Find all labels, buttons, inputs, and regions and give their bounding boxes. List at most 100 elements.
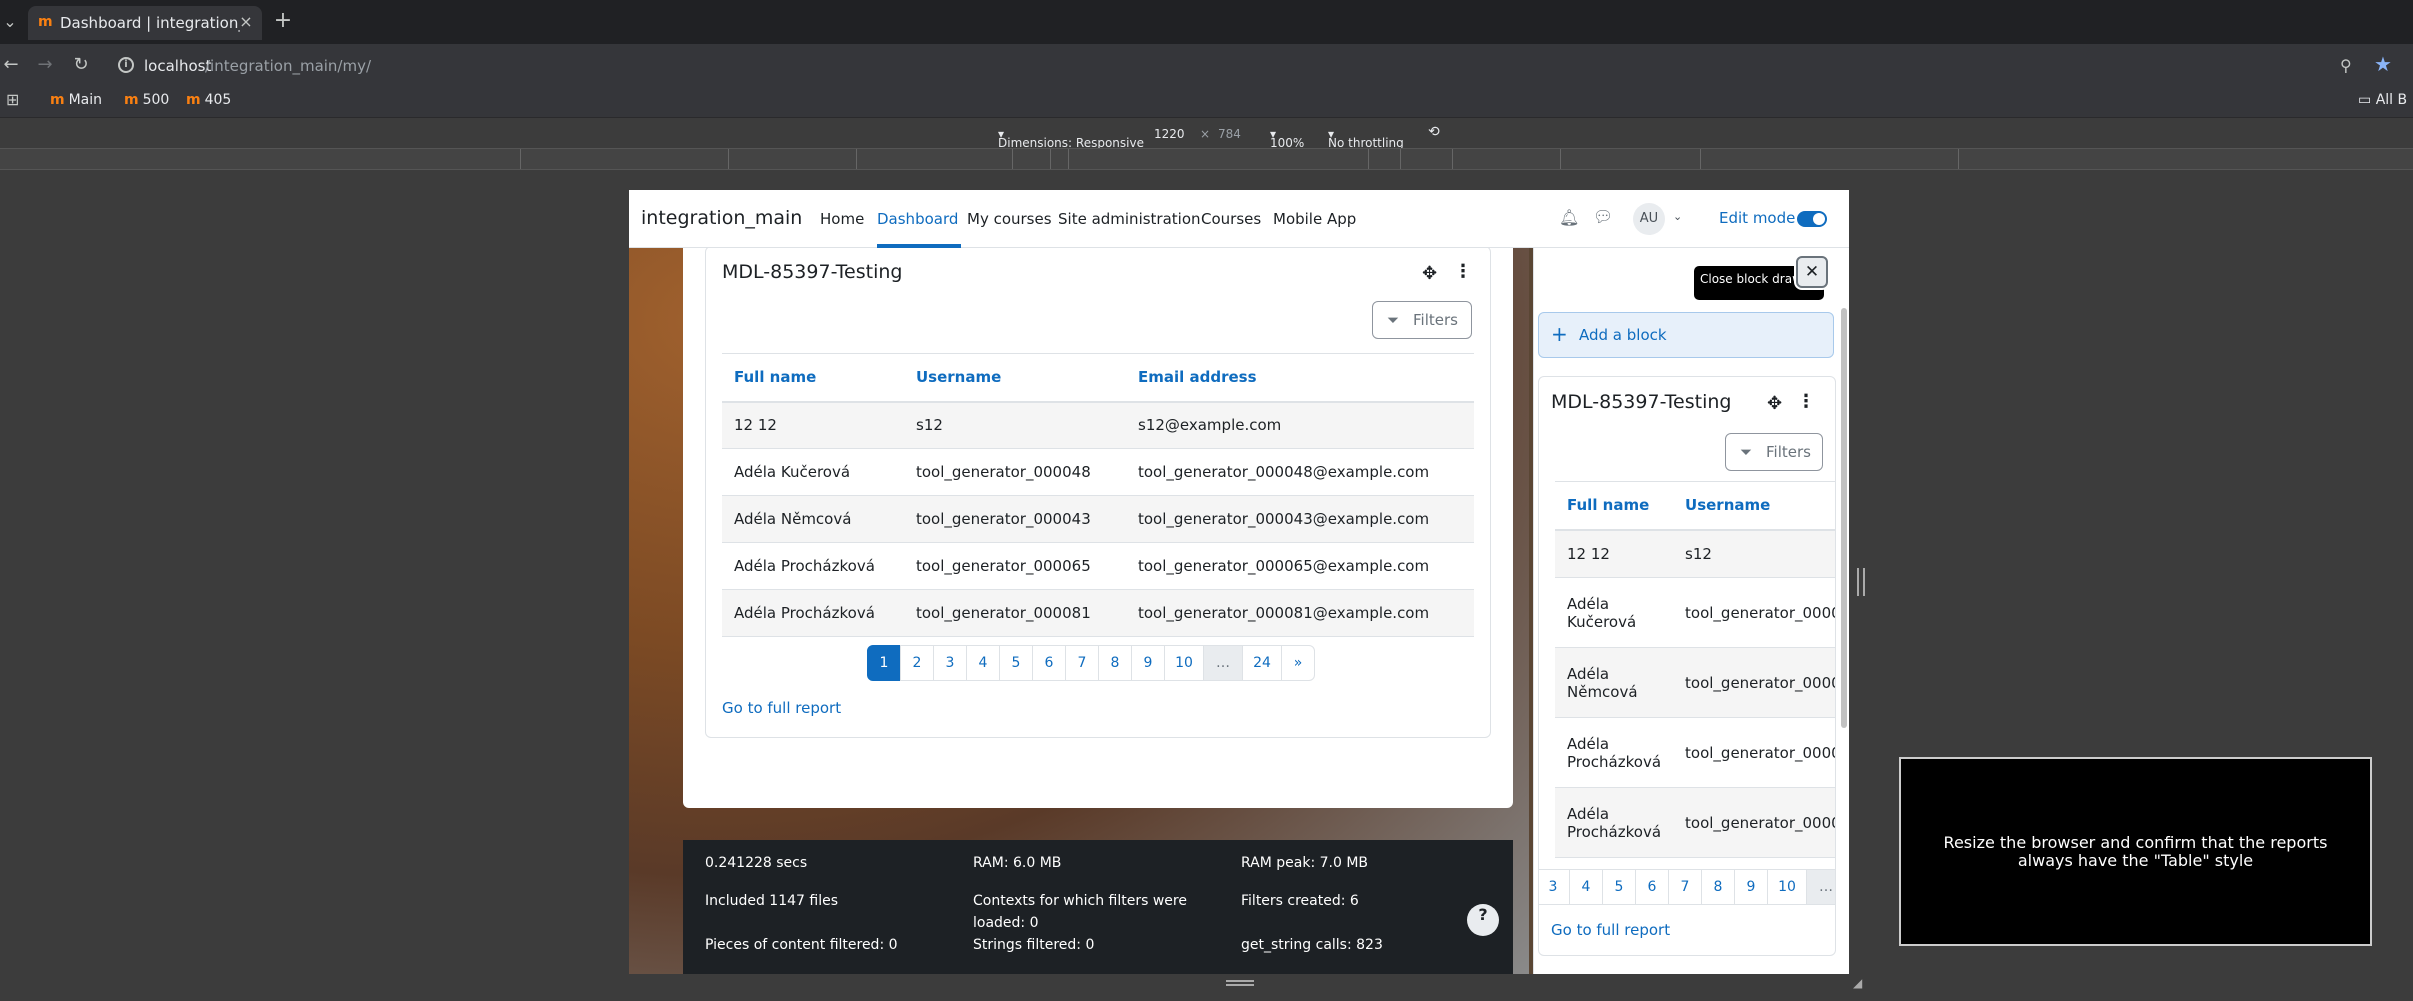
- viewport-bottom-resize-handle[interactable]: [1226, 980, 1254, 986]
- perf-ram: RAM: 6.0 MB: [973, 855, 1062, 871]
- page-link[interactable]: 5: [1602, 869, 1636, 905]
- height-input[interactable]: 784: [1218, 127, 1241, 141]
- cell-full-name: Adéla Němcová: [1555, 647, 1674, 718]
- go-to-full-report-link[interactable]: Go to full report: [722, 699, 841, 717]
- cell-username: tool_generator_00004: [1673, 647, 1835, 718]
- next-page-link[interactable]: »: [1281, 645, 1315, 681]
- bookmark-main[interactable]: m Main: [50, 92, 102, 108]
- viewport-corner-resize-icon[interactable]: ◢: [1853, 976, 1862, 990]
- page-link[interactable]: 8: [1701, 869, 1735, 905]
- bookmark-label: Main: [68, 92, 103, 108]
- col-full-name[interactable]: Full name: [722, 353, 904, 403]
- page-link[interactable]: 8: [1098, 645, 1132, 681]
- rotate-icon[interactable]: ⟲: [1428, 124, 1440, 140]
- page-link[interactable]: 24: [1242, 645, 1282, 681]
- all-bookmarks[interactable]: ▭ All B: [2358, 92, 2407, 108]
- block-actions-kebab-icon[interactable]: ⋮: [1797, 391, 1815, 412]
- all-bookmarks-label: All B: [2375, 92, 2408, 108]
- bookmark-405[interactable]: m 405: [186, 92, 231, 108]
- col-username[interactable]: Username: [1673, 481, 1835, 531]
- col-email[interactable]: Email address: [1126, 353, 1474, 403]
- page-link[interactable]: 2: [900, 645, 934, 681]
- zoom-icon[interactable]: ⚲: [2340, 56, 2352, 75]
- page-link[interactable]: 1: [867, 645, 901, 681]
- back-icon[interactable]: ←: [0, 54, 22, 76]
- page-link[interactable]: 10: [1767, 869, 1807, 905]
- browser-tab[interactable]: m Dashboard | integration_ ×: [28, 6, 262, 40]
- add-block-label: Add a block: [1579, 326, 1667, 344]
- user-menu-chevron-icon[interactable]: ⌄: [1673, 210, 1682, 223]
- block-actions-kebab-icon[interactable]: ⋮: [1454, 261, 1472, 282]
- nav-courses[interactable]: Courses: [1201, 210, 1261, 228]
- col-full-name[interactable]: Full name: [1555, 481, 1674, 531]
- cell-full-name: Adéla Procházková: [722, 589, 904, 637]
- zoom-select[interactable]: 100% ▾: [1270, 127, 1304, 150]
- nav-my-courses[interactable]: My courses: [967, 210, 1052, 228]
- close-block-drawer-button[interactable]: ✕: [1796, 256, 1828, 288]
- main-region: MDL-85397-Testing ✥ ⋮ ⏷ Filters Full nam…: [629, 248, 1513, 974]
- address-bar[interactable]: i localhost /integration_main/my/: [110, 48, 2360, 82]
- edit-mode-toggle[interactable]: [1797, 211, 1827, 227]
- tab-search-icon[interactable]: ⌄: [0, 10, 20, 34]
- filters-label: Filters: [1413, 311, 1458, 329]
- cell-username: s12: [1673, 529, 1835, 578]
- nav-site-administration[interactable]: Site administration: [1058, 210, 1201, 228]
- table-row: Adéla Procházková tool_generator_000081 to…: [722, 589, 1474, 637]
- moodle-favicon-icon: m: [50, 92, 65, 108]
- help-button[interactable]: ?: [1467, 904, 1499, 936]
- page-link[interactable]: 7: [1065, 645, 1099, 681]
- col-username[interactable]: Username: [904, 353, 1126, 403]
- performance-footer: 0.241228 secs RAM: 6.0 MB RAM peak: 7.0 …: [683, 840, 1513, 974]
- nav-mobile-app[interactable]: Mobile App: [1273, 210, 1356, 228]
- page-link[interactable]: 4: [1569, 869, 1603, 905]
- reload-icon[interactable]: ↻: [70, 54, 92, 76]
- apps-grid-icon[interactable]: ⊞: [6, 92, 22, 108]
- page-link[interactable]: 5: [999, 645, 1033, 681]
- viewport-right-resize-handle[interactable]: [1857, 568, 1865, 596]
- messages-icon[interactable]: 💬︎: [1593, 207, 1613, 226]
- nav-home[interactable]: Home: [820, 210, 864, 228]
- page-link[interactable]: 4: [966, 645, 1000, 681]
- table-row: Adéla Procházková tool_generator_00008: [1555, 787, 1835, 858]
- drawer-table-wrapper[interactable]: Full name Username 12 12 s12 Adéla Kučero…: [1555, 481, 1835, 858]
- cell-full-name: 12 12: [722, 401, 904, 449]
- page-link[interactable]: 7: [1668, 869, 1702, 905]
- drawer-go-to-full-report-link[interactable]: Go to full report: [1551, 921, 1670, 939]
- drawer-report-block: MDL-85397-Testing ✥ ⋮ ⏷ Filters Full nam…: [1538, 376, 1836, 956]
- page-link[interactable]: 6: [1032, 645, 1066, 681]
- site-info-icon[interactable]: i: [118, 57, 134, 73]
- bookmark-500[interactable]: m 500: [124, 92, 169, 108]
- forward-icon[interactable]: →: [34, 54, 56, 76]
- user-avatar[interactable]: AU: [1633, 203, 1665, 235]
- cell-username: tool_generator_00004: [1673, 577, 1835, 648]
- width-input[interactable]: 1220: [1154, 127, 1185, 141]
- page-link[interactable]: 3: [933, 645, 967, 681]
- media-query-ruler[interactable]: [0, 148, 2413, 170]
- drawer-scrollbar[interactable]: [1841, 308, 1847, 728]
- filters-button[interactable]: ⏷ Filters: [1372, 301, 1472, 339]
- emulated-viewport: integration_main Home Dashboard My cours…: [629, 190, 1849, 974]
- page-ellipsis: …: [1203, 645, 1243, 681]
- bookmark-star-icon[interactable]: ★: [2374, 52, 2392, 76]
- move-icon[interactable]: ✥: [1767, 393, 1782, 414]
- page-link[interactable]: 3: [1539, 869, 1570, 905]
- site-name[interactable]: integration_main: [641, 207, 802, 229]
- nav-dashboard[interactable]: Dashboard: [877, 210, 958, 228]
- cell-full-name: Adéla Kučerová: [722, 448, 904, 496]
- dimensions-select[interactable]: Dimensions: Responsive ▾: [998, 127, 1144, 150]
- page-link[interactable]: 9: [1734, 869, 1768, 905]
- page-link[interactable]: 9: [1131, 645, 1165, 681]
- close-tab-icon[interactable]: ×: [236, 12, 256, 32]
- page-link[interactable]: 6: [1635, 869, 1669, 905]
- throttling-select[interactable]: No throttling ▾: [1328, 127, 1404, 150]
- page-link[interactable]: 10: [1164, 645, 1204, 681]
- new-tab-icon[interactable]: +: [270, 9, 296, 35]
- report-table: Full name Username Email address 12 12 s1…: [722, 353, 1474, 637]
- notifications-bell-icon[interactable]: 🔔︎: [1559, 208, 1579, 227]
- add-block-button[interactable]: + Add a block: [1538, 312, 1834, 358]
- move-icon[interactable]: ✥: [1422, 263, 1437, 284]
- report-block: MDL-85397-Testing ✥ ⋮ ⏷ Filters Full nam…: [705, 248, 1491, 738]
- cell-username: s12: [904, 401, 1126, 449]
- cell-username: tool_generator_000048: [904, 448, 1126, 496]
- drawer-filters-button[interactable]: ⏷ Filters: [1725, 433, 1823, 471]
